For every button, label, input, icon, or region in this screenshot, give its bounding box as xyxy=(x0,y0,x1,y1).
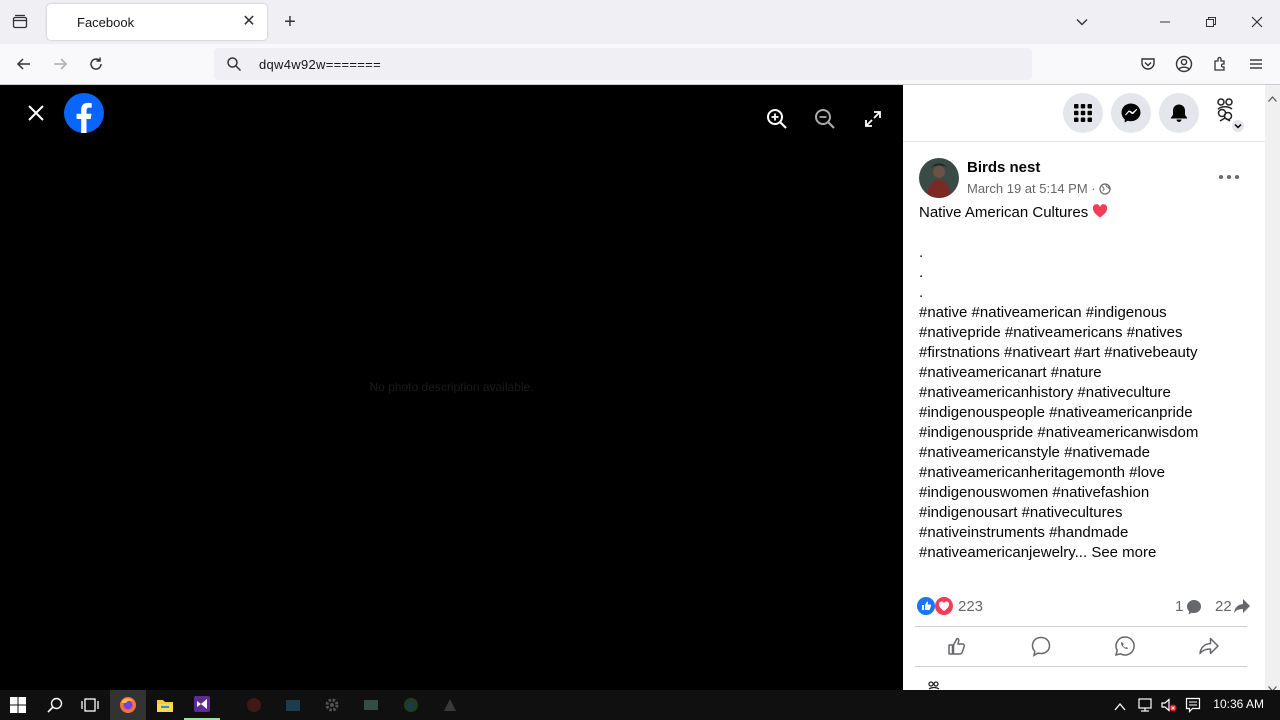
post-side-panel: Birds nest March 19 at 5:14 PM · Native … xyxy=(903,85,1265,690)
windows-start-icon[interactable] xyxy=(0,690,36,720)
windows-taskbar: 10:36 AM xyxy=(0,690,1280,720)
actions-divider xyxy=(915,666,1247,667)
account-icon[interactable] xyxy=(1170,50,1198,78)
post-line: #indigenouswomen #nativefashion xyxy=(919,484,1150,501)
restore-icon[interactable] xyxy=(1197,8,1225,36)
post-line: #nativeamericanstyle #nativemade xyxy=(919,444,1150,461)
post-date[interactable]: March 19 at 5:14 PM xyxy=(967,181,1088,196)
firefox-taskbar-icon[interactable] xyxy=(110,690,146,720)
taskbar-app-icon[interactable] xyxy=(432,690,468,720)
post-line: #nativeamericanjewelry... See more xyxy=(919,543,1249,563)
post-line: #native #nativeamerican #indigenous xyxy=(919,304,1167,321)
like-button[interactable] xyxy=(942,631,972,661)
tab-overview-icon[interactable] xyxy=(6,8,34,36)
scroll-up-arrow-icon[interactable] xyxy=(1268,89,1277,107)
task-view-icon[interactable] xyxy=(72,690,108,720)
browser-toolbar: dqw4w92w======= xyxy=(0,44,1280,85)
new-tab-icon[interactable]: + xyxy=(276,8,304,36)
address-bar[interactable]: dqw4w92w======= xyxy=(214,48,1032,80)
like-reaction-icon[interactable] xyxy=(917,597,935,615)
author-avatar[interactable] xyxy=(919,158,959,198)
post-author-name[interactable]: Birds nest xyxy=(967,159,1040,176)
facebook-logo-icon[interactable] xyxy=(64,93,104,133)
pocket-icon[interactable] xyxy=(1134,50,1162,78)
no-photo-description: No photo description available. xyxy=(369,380,534,394)
zoom-in-icon[interactable] xyxy=(763,105,791,133)
chrome-taskbar-icon[interactable] xyxy=(393,690,429,720)
public-globe-icon xyxy=(1099,183,1111,198)
share-button[interactable] xyxy=(1194,631,1224,661)
profile-avatar[interactable] xyxy=(1207,93,1247,133)
fullscreen-icon[interactable] xyxy=(859,105,887,133)
reactions-divider xyxy=(915,626,1247,627)
url-text[interactable]: dqw4w92w======= xyxy=(259,57,381,72)
whatsapp-send-button[interactable] xyxy=(1110,631,1140,661)
forward-arrow-icon[interactable] xyxy=(46,50,74,78)
post-line: #nativeamericanart #nature xyxy=(919,364,1102,381)
header-divider xyxy=(903,141,1265,142)
close-viewer-icon[interactable] xyxy=(22,99,50,127)
tab-facebook[interactable]: Facebook ✕ xyxy=(47,4,267,40)
close-window-icon[interactable] xyxy=(1243,8,1271,36)
heart-emoji-icon xyxy=(1092,203,1108,225)
post-line: #nativeamericanheritagemonth #love xyxy=(919,464,1165,481)
list-tabs-chevron-down-icon[interactable] xyxy=(1068,8,1096,36)
commenter-avatar xyxy=(923,679,945,690)
post-line-text: Native American Cultures xyxy=(919,204,1089,221)
notifications-center-icon[interactable] xyxy=(1185,697,1201,718)
post-options-more-icon[interactable] xyxy=(1217,167,1241,187)
volume-muted-icon[interactable] xyxy=(1160,697,1178,718)
share-arrow-icon xyxy=(1233,597,1251,615)
post-line: #indigenousart #nativecultures xyxy=(919,504,1123,521)
post-line: Native American Cultures xyxy=(919,203,1249,223)
post-text: Native American Cultures . . . #native #… xyxy=(919,203,1249,563)
post-line-text: #nativeamericanjewelry... xyxy=(919,544,1088,561)
post-line: #nativepride #nativeamericans #natives xyxy=(919,324,1183,341)
love-reaction-icon[interactable] xyxy=(935,597,953,615)
post-line: #indigenouspride #nativeamericanwisdom xyxy=(919,424,1199,441)
minimize-icon[interactable] xyxy=(1151,8,1179,36)
menu-hamburger-icon[interactable] xyxy=(1242,50,1270,78)
post-line: #firstnations #nativeart #art #nativebea… xyxy=(919,344,1198,361)
browser-tab-bar: Facebook ✕ + xyxy=(0,0,1280,44)
post-line xyxy=(919,223,1249,243)
notifications-bell-icon[interactable] xyxy=(1159,93,1199,133)
post-line: . xyxy=(919,284,924,301)
panel-scrollbar[interactable] xyxy=(1265,85,1280,692)
post-line: #nativeamericanhistory #nativeculture xyxy=(919,384,1171,401)
extensions-icon[interactable] xyxy=(1206,50,1234,78)
post-line: #indigenouspeople #nativeamericanpride xyxy=(919,404,1193,421)
post-meta: March 19 at 5:14 PM · xyxy=(967,181,1111,198)
tray-chevron-up-icon[interactable] xyxy=(1114,699,1126,717)
taskbar-search-icon[interactable] xyxy=(37,690,73,720)
menu-grid-icon[interactable] xyxy=(1063,93,1103,133)
visual-studio-taskbar-icon[interactable] xyxy=(184,690,220,720)
post-line: . xyxy=(919,244,924,261)
taskbar-app-icon[interactable] xyxy=(236,690,272,720)
post-line: #nativeinstruments #handmade xyxy=(919,524,1129,541)
tab-title: Facebook xyxy=(77,15,135,30)
photo-viewer: No photo description available. xyxy=(0,85,903,690)
see-more-link[interactable]: See more xyxy=(1091,544,1156,561)
taskbar-app-icon[interactable] xyxy=(353,690,389,720)
messenger-icon[interactable] xyxy=(1111,93,1151,133)
search-icon xyxy=(226,56,242,77)
meta-separator: · xyxy=(1091,181,1096,196)
back-arrow-icon[interactable] xyxy=(10,50,38,78)
network-icon[interactable] xyxy=(1136,697,1154,718)
taskbar-app-icon[interactable] xyxy=(275,690,311,720)
post-line: . xyxy=(919,264,924,281)
comment-bubble-icon xyxy=(1185,598,1203,616)
comment-button[interactable] xyxy=(1026,631,1056,661)
tab-close-icon[interactable]: ✕ xyxy=(239,12,259,32)
reactions-count[interactable]: 223 xyxy=(958,598,983,615)
comments-count[interactable]: 1 xyxy=(1175,598,1183,615)
account-chevron-down-icon[interactable] xyxy=(1231,119,1245,133)
taskbar-clock[interactable]: 10:36 AM xyxy=(1213,697,1264,711)
zoom-out-icon[interactable] xyxy=(811,105,839,133)
settings-gear-icon[interactable] xyxy=(314,690,350,720)
reload-icon[interactable] xyxy=(82,50,110,78)
file-explorer-taskbar-icon[interactable] xyxy=(147,690,183,720)
shares-count[interactable]: 22 xyxy=(1215,598,1232,615)
